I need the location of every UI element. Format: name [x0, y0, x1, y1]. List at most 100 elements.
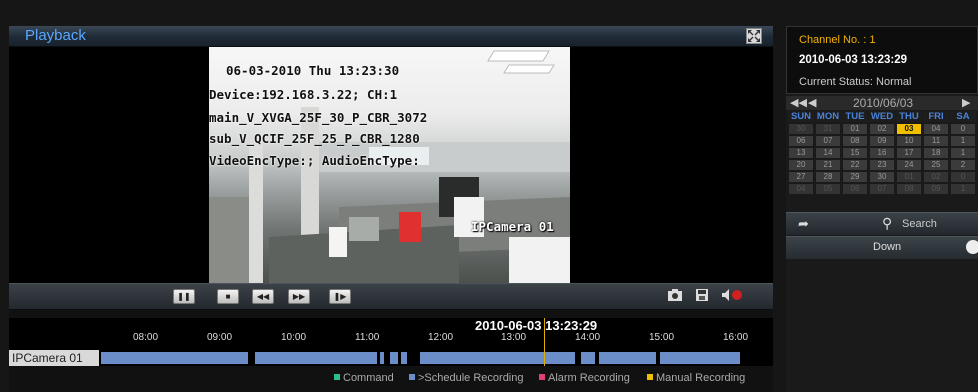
calendar-day[interactable]: 17 [897, 148, 921, 158]
pause-button[interactable]: ❚❚ [173, 289, 195, 304]
weekday-header: FRI [923, 111, 949, 122]
calendar-day[interactable]: 16 [870, 148, 894, 158]
search-icon[interactable]: ⚲ [882, 215, 892, 232]
calendar-day[interactable]: 30 [789, 124, 813, 134]
step-forward-button[interactable]: ❚▶ [329, 289, 351, 304]
calendar-day[interactable]: 15 [843, 148, 867, 158]
calendar-day[interactable]: 14 [816, 148, 840, 158]
legend-item: Command [334, 372, 394, 384]
calendar: ◀◀ ◀ 2010/06/03 ▶ SUN MON TUE WED THU FRI SA 30… [786, 96, 978, 206]
calendar-day[interactable]: 0 [951, 172, 975, 182]
calendar-day[interactable]: 06 [789, 136, 813, 146]
calendar-day[interactable]: 22 [843, 160, 867, 170]
tick-label: 15:00 [649, 332, 675, 343]
calendar-day[interactable]: 1 [951, 136, 975, 146]
calendar-day[interactable]: 07 [870, 184, 894, 194]
calendar-day[interactable]: 08 [843, 136, 867, 146]
legend-swatch [334, 374, 340, 380]
calendar-day[interactable]: 1 [951, 148, 975, 158]
calendar-day[interactable]: 29 [843, 172, 867, 182]
osd-device: Device:192.168.3.22; CH:1 [209, 87, 398, 102]
osd-enc-type: VideoEncType:; AudioEncType: [209, 153, 420, 168]
calendar-day[interactable]: 11 [924, 136, 948, 146]
calendar-day[interactable]: 25 [924, 160, 948, 170]
calendar-day[interactable]: 2 [951, 160, 975, 170]
legend-swatch [647, 374, 653, 380]
osd-main-stream: main_V_XVGA_25F_30_P_CBR_3072 [209, 110, 428, 125]
calendar-day[interactable]: 24 [897, 160, 921, 170]
calendar-day[interactable]: 06 [843, 184, 867, 194]
step-forward-icon: ❚▶ [333, 292, 347, 301]
playback-panel: Playback 06-03-2010 Thu 13:23:30 Device:… [9, 26, 773, 392]
calendar-day[interactable]: 01 [843, 124, 867, 134]
calendar-day[interactable]: 30 [870, 172, 894, 182]
next-month-icon[interactable]: ▶ [962, 96, 970, 110]
camera-track[interactable]: IPCamera 01 [9, 350, 773, 366]
title-bar: Playback [9, 26, 773, 47]
calendar-day[interactable]: 05 [816, 184, 840, 194]
weekday-header: SA [950, 111, 976, 122]
osd-camera-name: IPCamera 01 [471, 219, 554, 234]
calendar-day[interactable]: 08 [897, 184, 921, 194]
legend-item: >Schedule Recording [409, 372, 524, 384]
camera-glyph [668, 289, 682, 301]
calendar-day[interactable]: 07 [816, 136, 840, 146]
calendar-day[interactable]: 02 [870, 124, 894, 134]
prev-year-icon[interactable]: ◀◀ [790, 96, 807, 110]
legend-label: Command [343, 372, 394, 384]
calendar-day[interactable]: 10 [897, 136, 921, 146]
legend-item: Manual Recording [647, 372, 745, 384]
down-bar[interactable]: Down [786, 236, 978, 259]
playback-controls: ❚❚ ■ ◀◀ ▶▶ ❚▶ [9, 283, 773, 310]
calendar-day[interactable]: 09 [924, 184, 948, 194]
video-frame: 06-03-2010 Thu 13:23:30 Device:192.168.3… [209, 47, 570, 283]
calendar-day[interactable]: 23 [870, 160, 894, 170]
calendar-day[interactable]: 21 [816, 160, 840, 170]
rewind-button[interactable]: ◀◀ [252, 289, 274, 304]
fast-forward-button[interactable]: ▶▶ [288, 289, 310, 304]
calendar-day[interactable]: 13 [789, 148, 813, 158]
calendar-title: 2010/06/03 [853, 96, 914, 110]
recording-legend: Command >Schedule Recording Alarm Record… [9, 372, 773, 386]
legend-swatch [539, 374, 545, 380]
weekday-header: MON [815, 111, 841, 122]
schedule-recording-segment [255, 352, 377, 364]
calendar-day[interactable]: 04 [924, 124, 948, 134]
fullscreen-icon[interactable] [746, 28, 762, 44]
calendar-day[interactable]: 03 [897, 124, 921, 134]
back-icon[interactable]: ➦ [798, 216, 809, 232]
snapshot-icon[interactable] [667, 288, 683, 306]
calendar-day[interactable]: 27 [789, 172, 813, 182]
save-icon[interactable] [695, 288, 709, 306]
tick-label: 08:00 [133, 332, 159, 343]
calendar-day[interactable]: 0 [951, 124, 975, 134]
schedule-recording-segment [420, 352, 575, 364]
scroll-down-icon[interactable] [966, 240, 978, 254]
speaker-mute-glyph [722, 289, 742, 301]
stop-button[interactable]: ■ [217, 289, 239, 304]
calendar-day[interactable]: 09 [870, 136, 894, 146]
mute-icon[interactable] [721, 288, 743, 306]
tick-label: 11:00 [355, 332, 380, 343]
calendar-day[interactable]: 01 [897, 172, 921, 182]
down-button[interactable]: Down [873, 241, 901, 253]
timeline-cursor[interactable] [544, 318, 545, 366]
calendar-day[interactable]: 28 [816, 172, 840, 182]
tick-label: 12:00 [428, 332, 454, 343]
stop-icon: ■ [225, 292, 231, 301]
schedule-recording-segment [599, 352, 656, 364]
calendar-day[interactable]: 02 [924, 172, 948, 182]
legend-label: Alarm Recording [548, 372, 630, 384]
calendar-day[interactable]: 18 [924, 148, 948, 158]
video-area[interactable]: 06-03-2010 Thu 13:23:30 Device:192.168.3… [9, 47, 773, 283]
schedule-recording-segment [401, 352, 407, 364]
channel-status: Current Status: Normal [799, 76, 912, 88]
prev-month-icon[interactable]: ◀ [808, 96, 816, 110]
calendar-day[interactable]: 1 [951, 184, 975, 194]
calendar-day[interactable]: 04 [789, 184, 813, 194]
calendar-day[interactable]: 31 [816, 124, 840, 134]
timeline[interactable]: 2010-06-03 13:23:29 08:00 09:00 10:00 11… [9, 318, 773, 366]
search-button[interactable]: Search [902, 218, 937, 230]
calendar-day[interactable]: 20 [789, 160, 813, 170]
weekday-header: SUN [788, 111, 814, 122]
